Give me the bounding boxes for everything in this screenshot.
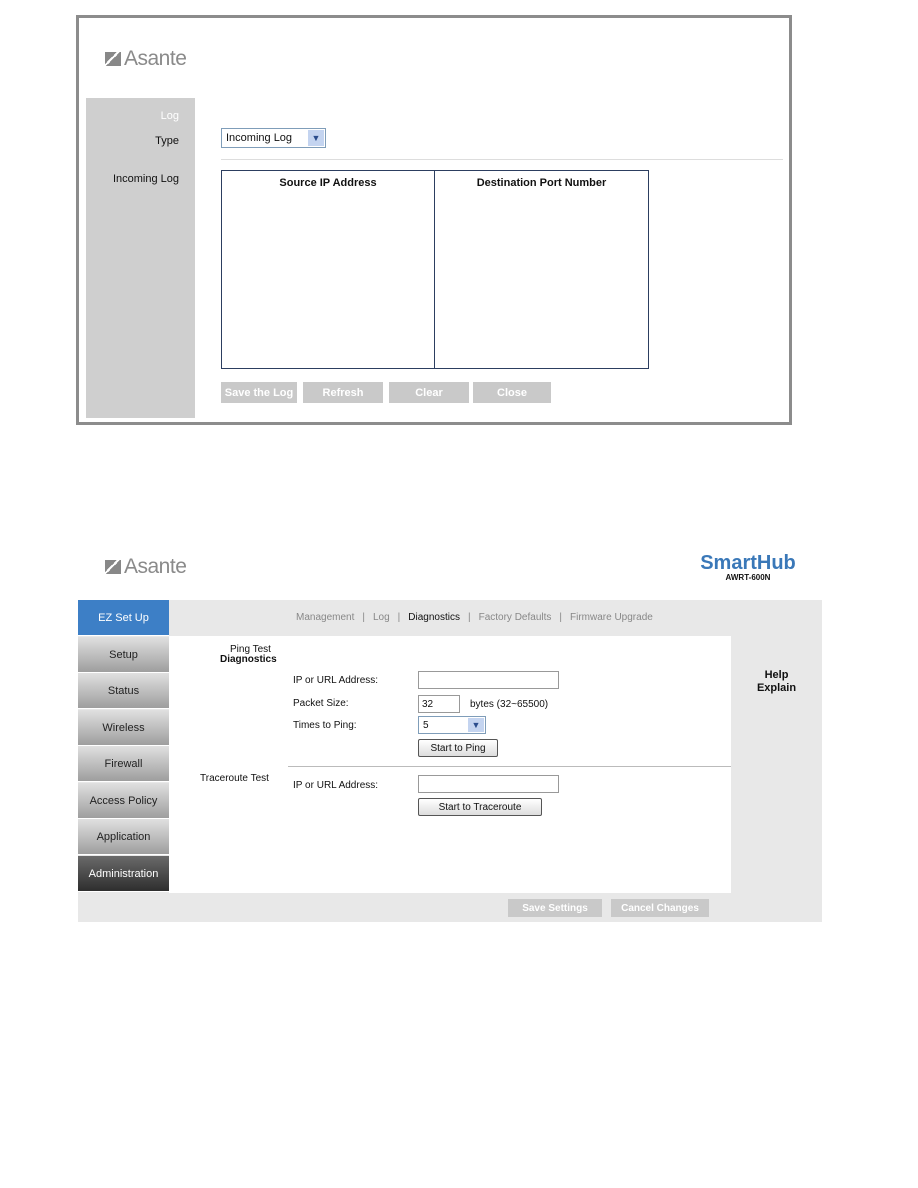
subnav-separator: | [559,612,563,623]
cancel-changes-button[interactable]: Cancel Changes [611,899,709,917]
subnav-firmware-upgrade[interactable]: Firmware Upgrade [570,612,653,623]
incoming-log-label: Incoming Log [112,173,179,185]
nav-application[interactable]: Application [78,819,169,855]
times-to-ping-select[interactable]: 5 ▼ [418,716,486,734]
brand-model: AWRT-600N [725,573,771,582]
asante-logo-icon [105,52,121,66]
traceroute-ip-input[interactable] [418,775,559,793]
brand-name: SmartHub [700,552,796,574]
ping-test-label: Ping Test [230,644,271,655]
type-label: Type [155,135,179,147]
start-traceroute-button[interactable]: Start to Traceroute [418,798,542,816]
sub-nav: Management | Log | Diagnostics | Factory De… [296,612,653,623]
save-settings-button[interactable]: Save Settings [508,899,602,917]
divider [288,766,731,767]
nav-wireless[interactable]: Wireless [78,710,169,746]
subnav-diagnostics[interactable]: Diagnostics [408,612,460,623]
ping-ip-input[interactable] [418,671,559,689]
refresh-button[interactable]: Refresh [303,382,383,403]
log-window: Asante Log Type Incoming Log Incoming Lo… [76,15,792,425]
start-ping-button[interactable]: Start to Ping [418,739,498,757]
traceroute-test-label: Traceroute Test [200,773,269,784]
close-button[interactable]: Close [473,382,551,403]
col-source-ip: Source IP Address [221,170,435,369]
packet-size-label: Packet Size: [293,698,349,709]
packet-size-input[interactable]: 32 [418,695,460,713]
col-dest-port: Destination Port Number [476,177,607,189]
clear-button[interactable]: Clear [389,382,469,403]
subnav-management[interactable]: Management [296,612,354,623]
times-value: 5 [423,719,429,731]
type-select[interactable]: Incoming Log ▼ [221,128,326,148]
chevron-down-icon: ▼ [308,130,324,146]
subnav-separator: | [467,612,471,623]
subnav-separator: | [397,612,401,623]
nav-firewall[interactable]: Firewall [78,746,169,782]
times-to-ping-label: Times to Ping: [293,720,357,731]
nav-status[interactable]: Status [78,673,169,709]
asante-logo-icon [105,560,121,574]
nav-setup[interactable]: Setup [78,637,169,673]
asante-logo: Asante [105,47,187,71]
logo-text: Asante [124,555,187,578]
smarthub-brand: SmartHub AWRT-600N [700,553,796,582]
nav-access-policy[interactable]: Access Policy [78,783,169,819]
subnav-separator: | [362,612,365,623]
logo-text: Asante [124,47,187,70]
packet-size-hint: bytes (32~65500) [470,699,549,710]
divider [221,159,783,160]
save-log-button[interactable]: Save the Log [221,382,297,403]
asante-logo: Asante [105,555,187,579]
log-table: Source IP Address Destination Port Number [221,170,649,369]
section-title: Log [160,110,179,122]
nav-ez-setup[interactable]: EZ Set Up [78,600,169,636]
nav-administration[interactable]: Administration [78,856,169,892]
chevron-down-icon: ▼ [468,718,484,732]
subnav-factory-defaults[interactable]: Factory Defaults [479,612,552,623]
help-panel: Help Explain [731,669,822,695]
help-explain: Explain [756,682,797,694]
page-title: Diagnostics [220,654,277,665]
traceroute-ip-label: IP or URL Address: [293,780,379,791]
type-select-value: Incoming Log [226,132,293,144]
help-title: Help [764,669,789,681]
ping-ip-label: IP or URL Address: [293,675,379,686]
subnav-log[interactable]: Log [373,612,390,623]
